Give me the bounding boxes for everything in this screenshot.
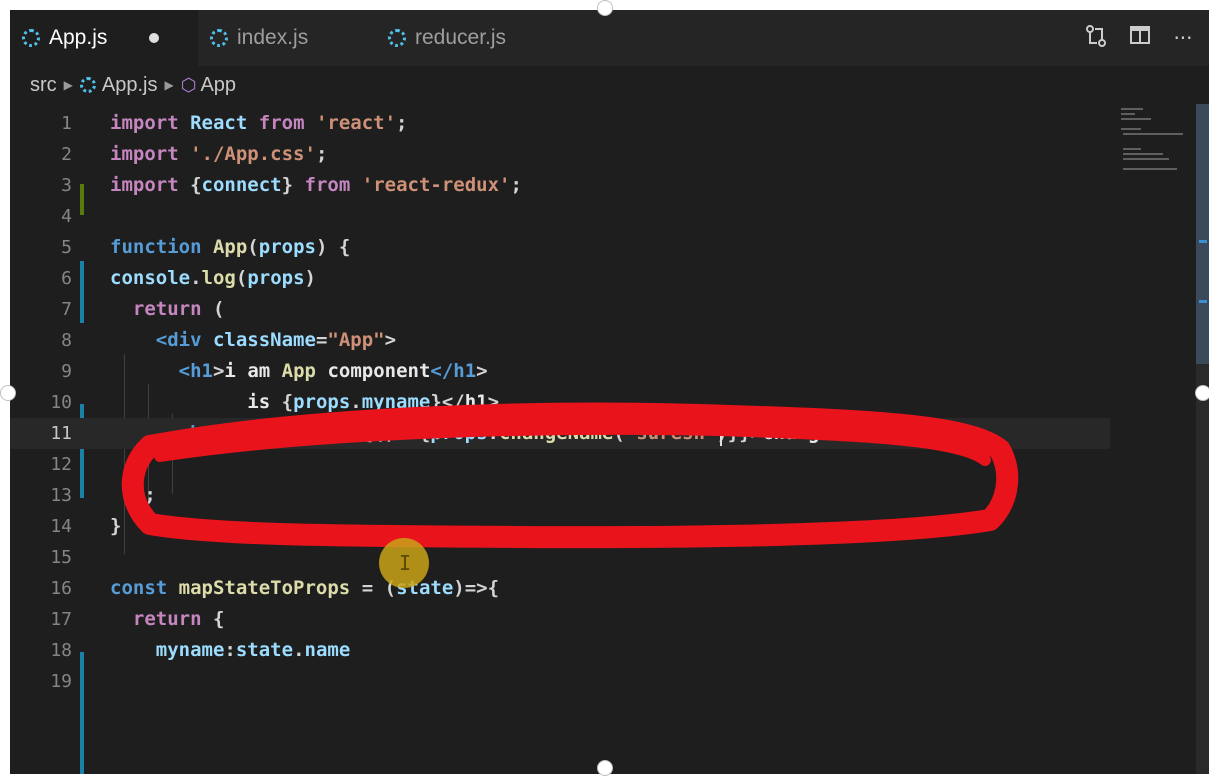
editor-window: App.js index.js reducer.js ··· src ▶ App…: [10, 10, 1209, 774]
code-text[interactable]: );: [110, 480, 156, 511]
code-text[interactable]: myname:state.name: [110, 635, 351, 666]
code-text[interactable]: console.log(props): [110, 263, 316, 294]
tab-app-js[interactable]: App.js: [10, 10, 198, 66]
code-line[interactable]: 19: [10, 666, 1110, 697]
line-number: 5: [61, 237, 72, 258]
text-caret: [720, 422, 722, 446]
code-line[interactable]: 5 function App(props) {: [10, 232, 1110, 263]
code-line[interactable]: 16 const mapStateToProps = (state)=>{: [10, 573, 1110, 604]
line-number: 12: [50, 454, 72, 475]
breadcrumb: src ▶ App.js ▶ ⬡ App: [10, 66, 1209, 104]
code-text[interactable]: import './App.css';: [110, 139, 327, 170]
code-text[interactable]: const mapStateToProps = (state)=>{: [110, 573, 499, 604]
code-line[interactable]: 8 <div className="App">: [10, 325, 1110, 356]
code-text[interactable]: return {: [110, 604, 225, 635]
line-number: 19: [50, 671, 72, 692]
unsaved-dot-icon[interactable]: [149, 33, 160, 43]
breadcrumb-file[interactable]: App.js: [102, 74, 158, 97]
tab-label: App.js: [49, 26, 108, 49]
tab-index-js[interactable]: index.js: [198, 10, 376, 66]
line-number: 13: [50, 485, 72, 506]
code-text[interactable]: <div className="App">: [110, 325, 396, 356]
code-line[interactable]: 18 myname:state.name: [10, 635, 1110, 666]
component-cube-icon: ⬡: [180, 74, 197, 95]
code-editor[interactable]: 1 import React from 'react'; 2 import './Ap…: [10, 104, 1209, 774]
line-number: 17: [50, 609, 72, 630]
code-text[interactable]: is {props.myname}</h1>: [110, 387, 499, 418]
react-file-icon: [388, 29, 406, 47]
line-number: 9: [61, 361, 72, 382]
more-actions-icon[interactable]: ···: [1166, 24, 1200, 52]
line-number: 15: [50, 547, 72, 568]
line-number: 2: [61, 144, 72, 165]
tab-bar: App.js index.js reducer.js ···: [10, 10, 1209, 66]
resize-handle-top[interactable]: [597, 0, 613, 16]
minimap[interactable]: [1115, 104, 1185, 194]
line-number: 4: [61, 206, 72, 227]
code-line[interactable]: 1 import React from 'react';: [10, 108, 1110, 139]
react-file-icon: [210, 29, 228, 47]
split-editor-icon[interactable]: [1126, 24, 1154, 52]
line-number: 14: [50, 516, 72, 537]
scrollbar-change-marker: [1199, 300, 1207, 303]
code-line[interactable]: 17 return {: [10, 604, 1110, 635]
code-line[interactable]: 11 <button onClick={()=>{props.changeNam…: [10, 418, 1110, 449]
code-text[interactable]: }: [110, 511, 121, 542]
resize-handle-left[interactable]: [0, 385, 16, 401]
line-number: 11: [50, 423, 72, 444]
code-line[interactable]: 9 <h1>i am App component</h1>: [10, 356, 1110, 387]
resize-handle-right[interactable]: [1195, 385, 1209, 401]
tab-label: reducer.js: [415, 26, 507, 49]
scrollbar-change-marker: [1199, 240, 1207, 243]
react-file-icon: [79, 77, 96, 93]
code-text[interactable]: function App(props) {: [110, 232, 350, 263]
code-line[interactable]: 13 );: [10, 480, 1110, 511]
line-number: 1: [61, 113, 72, 134]
react-file-icon: [22, 29, 40, 47]
code-text[interactable]: return (: [110, 294, 225, 325]
code-line[interactable]: 15: [10, 542, 1110, 573]
line-number: 7: [61, 299, 72, 320]
line-number: 3: [61, 175, 72, 196]
code-line[interactable]: 4: [10, 201, 1110, 232]
code-text[interactable]: <button onClick={()=>{props.changeName("…: [110, 418, 968, 449]
chevron-right-icon: ▶: [63, 78, 73, 92]
code-line[interactable]: 10 is {props.myname}</h1>: [10, 387, 1110, 418]
breadcrumb-symbol[interactable]: App: [200, 74, 236, 97]
code-line[interactable]: 6 console.log(props): [10, 263, 1110, 294]
line-number: 18: [50, 640, 72, 661]
code-line[interactable]: 14}: [10, 511, 1110, 542]
code-line[interactable]: 2 import './App.css';: [10, 139, 1110, 170]
tab-label: index.js: [237, 26, 309, 49]
line-number: 8: [61, 330, 72, 351]
code-text[interactable]: import {connect} from 'react-redux';: [110, 170, 522, 201]
code-text[interactable]: <h1>i am App component</h1>: [110, 356, 488, 387]
breadcrumb-folder[interactable]: src: [30, 74, 57, 97]
scrollbar-thumb[interactable]: [1196, 104, 1209, 364]
line-number: 16: [50, 578, 72, 599]
code-line[interactable]: 7 return (: [10, 294, 1110, 325]
code-text[interactable]: import React from 'react';: [110, 108, 408, 139]
source-control-compare-icon[interactable]: [1082, 24, 1110, 52]
line-number: 6: [61, 268, 72, 289]
tab-reducer-js[interactable]: reducer.js: [376, 10, 556, 66]
chevron-right-icon: ▶: [164, 78, 174, 92]
code-line[interactable]: 3 import {connect} from 'react-redux';: [10, 170, 1110, 201]
line-number: 10: [50, 392, 72, 413]
code-line[interactable]: 12: [10, 449, 1110, 480]
